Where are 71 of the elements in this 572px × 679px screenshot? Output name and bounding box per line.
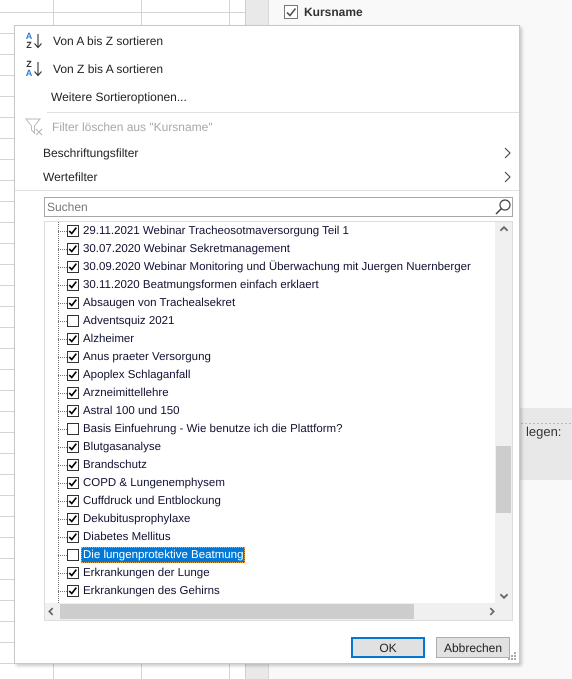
search-icon <box>495 199 511 215</box>
list-item[interactable]: 29.11.2021 Webinar Tracheosotmaversorgung Teil 1 <box>81 223 351 239</box>
checkbox[interactable] <box>67 531 79 543</box>
checkbox[interactable] <box>67 297 79 309</box>
resize-grip-icon[interactable] <box>508 652 516 660</box>
cancel-button[interactable]: Abbrechen <box>436 637 510 658</box>
checkbox[interactable] <box>67 513 79 525</box>
checkbox[interactable] <box>67 243 79 255</box>
checkbox[interactable] <box>67 495 79 507</box>
field-label: Kursname <box>304 5 363 19</box>
field-checkbox[interactable] <box>284 5 298 19</box>
list-item[interactable]: Alzheimer <box>81 331 136 347</box>
scrollbar-thumb[interactable] <box>60 604 414 619</box>
checkbox[interactable] <box>67 567 79 579</box>
more-sort-option[interactable]: Weitere Sortieroptionen... <box>15 83 519 111</box>
sort-letter: Z <box>26 41 32 50</box>
list-item[interactable]: Brandschutz <box>81 457 149 473</box>
clear-filter-option: Filter löschen aus "Kursname" <box>15 113 519 141</box>
list-item[interactable]: COPD & Lungenemphysem <box>81 475 227 491</box>
scroll-right-icon[interactable] <box>489 607 495 616</box>
list-item[interactable]: Cuffdruck und Entblockung <box>81 493 223 509</box>
sort-option[interactable]: A Z Von A bis Z sortieren <box>15 27 519 55</box>
chevron-right-icon <box>504 171 511 183</box>
checkbox[interactable] <box>67 279 79 291</box>
checkbox[interactable] <box>67 423 79 435</box>
horizontal-scrollbar[interactable] <box>45 603 512 620</box>
vertical-scrollbar[interactable] <box>495 222 512 603</box>
scroll-up-icon[interactable] <box>500 226 508 232</box>
list-item[interactable]: Anus praeter Versorgung <box>81 349 213 365</box>
area-label: legen: <box>526 424 562 439</box>
funnel-clear-icon <box>25 118 43 136</box>
sort-option[interactable]: Z A Von Z bis A sortieren <box>15 55 519 83</box>
checkbox[interactable] <box>67 549 79 561</box>
list-item[interactable]: 30.09.2020 Webinar Monitoring und Überwachung mit Juergen Nuernberger <box>81 259 473 275</box>
ok-button[interactable]: OK <box>351 637 425 658</box>
list-item[interactable]: Adventsquiz 2021 <box>81 313 176 329</box>
checkbox[interactable] <box>67 369 79 381</box>
checkbox[interactable] <box>67 225 79 237</box>
submenu-option[interactable]: Beschriftungsfilter <box>15 141 519 165</box>
list-item[interactable]: Diabetes Mellitus <box>81 529 173 545</box>
sort-letter: A <box>26 32 32 41</box>
sort-letter: Z <box>26 60 32 69</box>
list-item[interactable]: Arzneimittellehre <box>81 385 171 401</box>
chevron-right-icon <box>504 147 511 159</box>
list-item[interactable]: 30.11.2020 Beatmungsformen einfach erklaert <box>81 277 321 293</box>
checkbox[interactable] <box>67 405 79 417</box>
sort-letter: A <box>26 69 32 78</box>
checkbox[interactable] <box>67 315 79 327</box>
list-item[interactable]: Dekubitusprophylaxe <box>81 511 192 527</box>
list-item[interactable]: Astral 100 und 150 <box>81 403 182 419</box>
list-item[interactable]: Absaugen von Trachealsekret <box>81 295 238 311</box>
search-field[interactable]: Suchen <box>44 197 513 217</box>
checkbox[interactable] <box>67 585 79 597</box>
checkbox[interactable] <box>67 477 79 489</box>
checkbox[interactable] <box>67 333 79 345</box>
list-item[interactable]: 30.07.2020 Webinar Sekretmanagement <box>81 241 292 257</box>
checkbox[interactable] <box>67 459 79 471</box>
scroll-left-icon[interactable] <box>48 607 54 616</box>
list-item[interactable]: Basis Einfuehrung - Wie benutze ich die Plattform? <box>81 421 345 437</box>
list-item[interactable]: Erkrankungen der Lunge <box>81 565 212 581</box>
scroll-down-icon[interactable] <box>500 593 508 599</box>
checkbox[interactable] <box>67 441 79 453</box>
checkbox[interactable] <box>67 351 79 363</box>
list-item[interactable]: Apoplex Schlaganfall <box>81 367 192 383</box>
list-item[interactable]: Die lungenprotektive Beatmung <box>81 547 246 563</box>
scrollbar-thumb[interactable] <box>496 446 511 513</box>
checkbox[interactable] <box>67 261 79 273</box>
checkbox[interactable] <box>67 387 79 399</box>
list-item[interactable]: Blutgasanalyse <box>81 439 163 455</box>
list-item[interactable]: Erkrankungen des Gehirns <box>81 583 222 599</box>
submenu-option[interactable]: Wertefilter <box>15 165 519 189</box>
